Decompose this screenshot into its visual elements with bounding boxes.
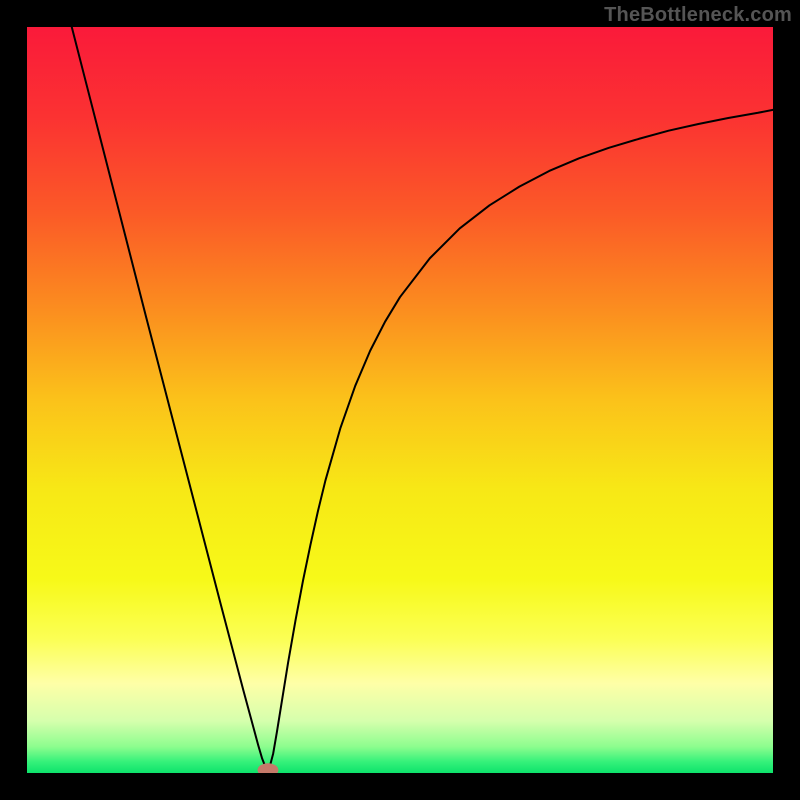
plot-area	[27, 27, 773, 773]
watermark-text: TheBottleneck.com	[604, 4, 792, 27]
chart-background	[27, 27, 773, 773]
chart-stage: TheBottleneck.com	[0, 0, 800, 800]
chart-svg	[27, 27, 773, 773]
